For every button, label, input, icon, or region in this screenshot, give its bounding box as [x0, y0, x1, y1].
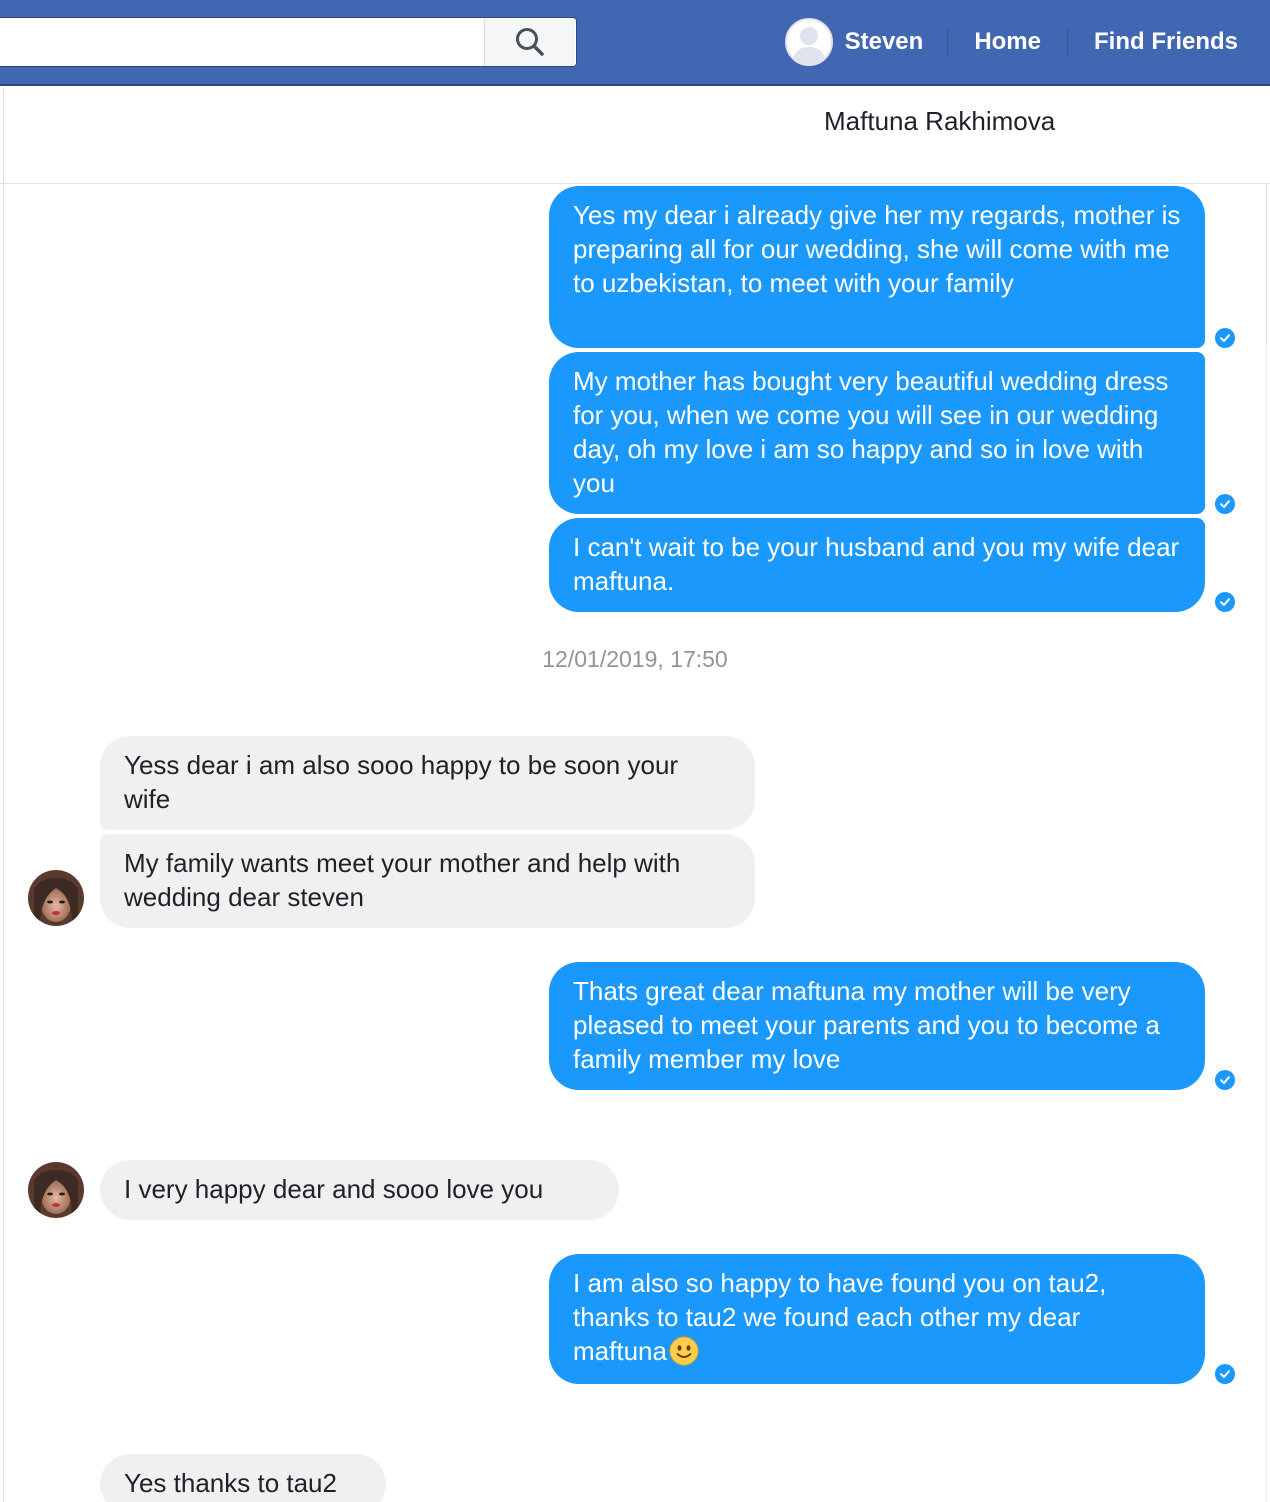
slightly-smiling-face-icon	[669, 1336, 699, 1366]
seen-check-icon	[1215, 494, 1235, 514]
message-text: Yes thanks to tau2	[124, 1468, 337, 1498]
divider	[1266, 184, 1267, 344]
outgoing-message[interactable]: Thats great dear maftuna my mother will …	[549, 962, 1205, 1090]
message-text: Thats great dear maftuna my mother will …	[573, 976, 1160, 1074]
message-text: Yes my dear i already give her my regard…	[573, 200, 1181, 298]
seen-check-icon	[1215, 1070, 1235, 1090]
search-icon	[516, 28, 544, 56]
message-text: Yess dear i am also sooo happy to be soo…	[124, 750, 679, 814]
chat-header	[0, 88, 1270, 184]
message-text: I very happy dear and sooo love you	[124, 1174, 544, 1204]
message-text: I can't wait to be your husband and you …	[573, 532, 1180, 596]
message-text: My mother has bought very beautiful wedd…	[573, 366, 1169, 498]
friend-avatar[interactable]	[28, 870, 84, 926]
incoming-message[interactable]: Yes thanks to tau2	[100, 1454, 386, 1502]
seen-check-icon	[1215, 592, 1235, 612]
profile-avatar	[784, 18, 833, 66]
profile-name: Steven	[844, 28, 924, 55]
outgoing-message[interactable]: I can't wait to be your husband and you …	[549, 518, 1205, 612]
top-nav: Steven Home Find Friends	[784, 18, 1270, 66]
chat-title[interactable]: Maftuna Rakhimova	[824, 106, 1055, 137]
divider	[1266, 344, 1267, 1502]
incoming-message[interactable]: Yess dear i am also sooo happy to be soo…	[100, 736, 755, 830]
search-input[interactable]	[0, 18, 484, 66]
incoming-message[interactable]: I very happy dear and sooo love you	[100, 1160, 619, 1220]
seen-check-icon	[1215, 328, 1235, 348]
divider	[3, 88, 4, 1502]
seen-check-icon	[1215, 1364, 1235, 1384]
message-timestamp: 12/01/2019, 17:50	[542, 646, 728, 672]
nav-home[interactable]: Home	[948, 18, 1067, 66]
nav-home-label: Home	[974, 28, 1041, 55]
message-text: My family wants meet your mother and hel…	[124, 848, 681, 912]
outgoing-message[interactable]: My mother has bought very beautiful wedd…	[549, 352, 1205, 514]
outgoing-message[interactable]: Yes my dear i already give her my regard…	[549, 186, 1205, 348]
outgoing-message[interactable]: I am also so happy to have found you on …	[549, 1254, 1205, 1384]
search-box	[0, 17, 577, 67]
friend-avatar[interactable]	[28, 1162, 84, 1218]
incoming-message[interactable]: My family wants meet your mother and hel…	[100, 834, 755, 928]
nav-find-friends-label: Find Friends	[1094, 28, 1238, 55]
default-user-icon	[792, 27, 825, 64]
nav-find-friends[interactable]: Find Friends	[1068, 18, 1270, 66]
profile-link[interactable]: Steven	[784, 18, 948, 66]
search-button[interactable]	[484, 18, 575, 66]
message-text: I am also so happy to have found you on …	[573, 1268, 1107, 1366]
top-bar: Steven Home Find Friends	[0, 0, 1270, 86]
